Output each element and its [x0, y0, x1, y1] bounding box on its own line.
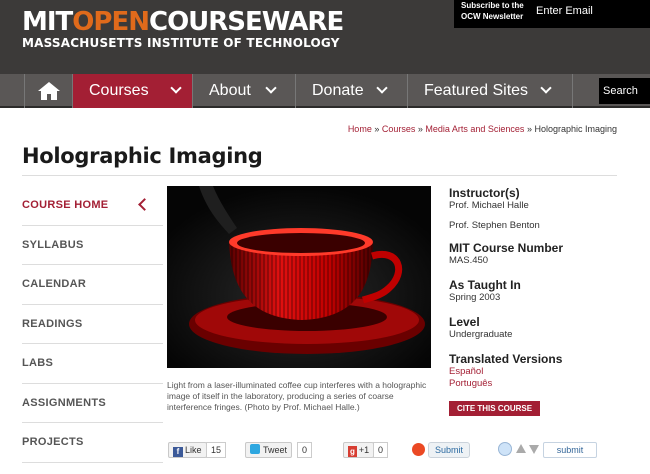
- taught-in-value: Spring 2003: [449, 292, 501, 303]
- translation-link-spanish[interactable]: Español: [449, 366, 629, 378]
- nav-donate-label: Donate: [312, 82, 364, 99]
- holographic-cup-photo: [167, 186, 431, 368]
- sidebar-item-label: SYLLABUS: [22, 238, 84, 251]
- nav-about-label: About: [209, 82, 251, 99]
- sidebar-item-syllabus[interactable]: SYLLABUS: [22, 226, 163, 265]
- nav-courses-label: Courses: [89, 82, 149, 99]
- chevron-down-icon: [265, 82, 277, 94]
- breadcrumb: Home » Courses » Media Arts and Sciences…: [348, 124, 617, 134]
- upvote-icon[interactable]: [516, 444, 526, 453]
- facebook-icon: f: [173, 447, 183, 457]
- sidebar-item-projects[interactable]: PROJECTS: [22, 423, 163, 463]
- sidebar-item-label: READINGS: [22, 317, 83, 330]
- breadcrumb-current: Holographic Imaging: [534, 124, 617, 134]
- nav-home[interactable]: [24, 74, 72, 108]
- nav-featured-sites[interactable]: Featured Sites: [407, 74, 573, 108]
- page-title: Holographic Imaging: [22, 144, 263, 168]
- google-plus-icon: g: [348, 446, 357, 457]
- sidebar-item-label: COURSE HOME: [22, 199, 109, 211]
- stumbleupon-icon: [412, 443, 425, 456]
- logo-mit-text: MIT: [22, 7, 73, 37]
- cite-this-course-button[interactable]: CITE THIS COURSE: [449, 401, 540, 416]
- translation-link-portuguese[interactable]: Português: [449, 378, 629, 390]
- translated-versions-heading: Translated Versions: [449, 352, 563, 366]
- level-heading: Level: [449, 315, 480, 329]
- sidebar-item-label: LABS: [22, 357, 54, 369]
- breadcrumb-sep: »: [415, 124, 426, 134]
- logo-open-text: OPEN: [72, 7, 150, 37]
- course-number-heading: MIT Course Number: [449, 241, 564, 255]
- sidebar-item-label: CALENDAR: [22, 278, 87, 290]
- chevron-down-icon: [170, 82, 182, 94]
- breadcrumb-sep: »: [524, 124, 535, 134]
- facebook-like-count: 15: [206, 442, 227, 458]
- sidebar-item-readings[interactable]: READINGS: [22, 305, 163, 344]
- sidebar-item-course-home[interactable]: COURSE HOME: [22, 186, 163, 226]
- nav-about[interactable]: About: [192, 74, 295, 108]
- title-divider: [22, 175, 617, 176]
- breadcrumb-home[interactable]: Home: [348, 124, 372, 134]
- sidebar-item-labs[interactable]: LABS: [22, 344, 163, 384]
- instructors-heading: Instructor(s): [449, 186, 520, 200]
- sidebar-item-assignments[interactable]: ASSIGNMENTS: [22, 384, 163, 423]
- sidebar-item-calendar[interactable]: CALENDAR: [22, 265, 163, 305]
- google-plus-label: +1: [358, 445, 370, 455]
- google-plus-count: 0: [373, 442, 389, 458]
- breadcrumb-sep: »: [371, 124, 382, 134]
- tweet-count: 0: [297, 442, 313, 458]
- taught-in-heading: As Taught In: [449, 278, 521, 292]
- breadcrumb-department[interactable]: Media Arts and Sciences: [425, 124, 524, 134]
- instructor-name: Prof. Michael Halle: [449, 200, 529, 211]
- breadcrumb-courses[interactable]: Courses: [382, 124, 416, 134]
- stumbleupon-submit-button[interactable]: Submit: [428, 442, 471, 458]
- sidebar-item-label: PROJECTS: [22, 436, 84, 448]
- twitter-icon: [250, 444, 260, 454]
- reddit-submit-button[interactable]: submit: [543, 442, 597, 458]
- newsletter-box: Subscribe to the OCW Newsletter Enter Em…: [454, 0, 650, 28]
- google-plus-button[interactable]: g +1: [343, 442, 375, 458]
- logo-courseware-text: COURSEWARE: [148, 7, 344, 37]
- chevron-down-icon: [540, 82, 552, 94]
- newsletter-label: Subscribe to the OCW Newsletter: [461, 1, 524, 21]
- downvote-icon[interactable]: [529, 445, 539, 454]
- newsletter-email-input[interactable]: Enter Email: [536, 5, 593, 17]
- chevron-down-icon: [376, 82, 388, 94]
- logo-subtitle: MASSACHUSETTS INSTITUTE OF TECHNOLOGY: [22, 36, 340, 50]
- tweet-label: Tweet: [263, 445, 288, 455]
- search-input[interactable]: Search: [599, 78, 650, 104]
- course-image: [167, 186, 431, 368]
- image-caption: Light from a laser-illuminated coffee cu…: [167, 380, 427, 412]
- reddit-icon: [498, 442, 512, 456]
- facebook-like-button[interactable]: f Like: [168, 442, 207, 458]
- level-value: Undergraduate: [449, 329, 513, 340]
- home-icon: [38, 82, 60, 100]
- facebook-like-label: Like: [185, 445, 202, 455]
- nav-courses[interactable]: Courses: [72, 74, 192, 108]
- course-info: Instructor(s) Prof. Michael Halle Prof. …: [449, 186, 629, 390]
- main-nav: Courses About Donate Featured Sites: [0, 74, 650, 108]
- course-number: MAS.450: [449, 255, 489, 266]
- nav-featured-label: Featured Sites: [424, 82, 529, 99]
- chevron-left-icon[interactable]: [138, 198, 151, 211]
- nav-donate[interactable]: Donate: [295, 74, 407, 108]
- sidebar-item-label: ASSIGNMENTS: [22, 396, 106, 409]
- course-sidebar: COURSE HOME SYLLABUS CALENDAR READINGS L…: [22, 186, 163, 463]
- tweet-button[interactable]: Tweet: [245, 442, 293, 458]
- instructor-name: Prof. Stephen Benton: [449, 220, 540, 231]
- site-header: MITOPENCOURSEWARE MASSACHUSETTS INSTITUT…: [0, 0, 650, 74]
- ocw-logo[interactable]: MITOPENCOURSEWARE: [22, 7, 344, 37]
